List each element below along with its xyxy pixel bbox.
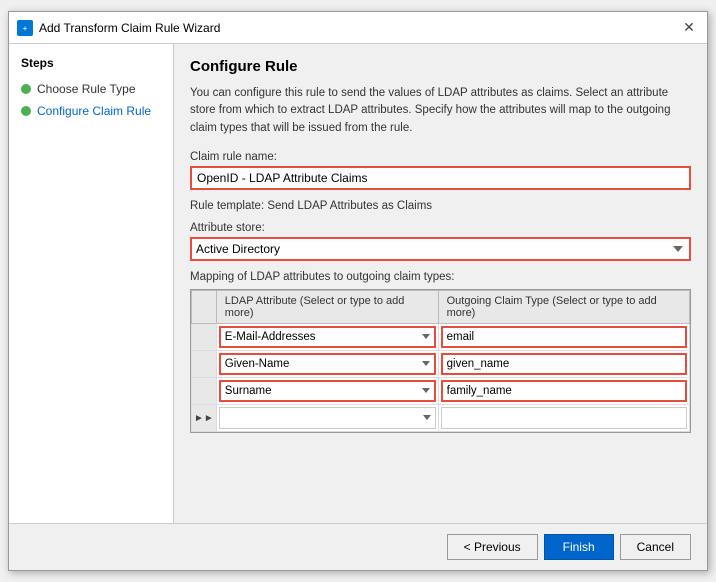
title-bar: + Add Transform Claim Rule Wizard ✕ [9, 12, 707, 44]
claim-type-cell-1 [438, 323, 689, 350]
claim-rule-name-group: Claim rule name: [190, 151, 691, 190]
table-header-row: LDAP Attribute (Select or type to add mo… [192, 290, 690, 323]
close-button[interactable]: ✕ [679, 18, 699, 38]
cancel-button[interactable]: Cancel [620, 534, 691, 560]
dialog-title: Add Transform Claim Rule Wizard [39, 21, 220, 35]
row-num-2 [192, 350, 217, 377]
attribute-store-label: Attribute store: [190, 222, 691, 234]
row-num-nav: ►► [192, 404, 217, 431]
sidebar: Steps Choose Rule Type Configure Claim R… [9, 44, 174, 523]
ldap-attr-select-3[interactable]: Surname E-Mail-Addresses Given-Name [219, 380, 436, 402]
table-row: Surname E-Mail-Addresses Given-Name [192, 377, 690, 404]
claim-rule-name-input[interactable] [190, 166, 691, 190]
col-claim-header: Outgoing Claim Type (Select or type to a… [438, 290, 689, 323]
previous-button[interactable]: < Previous [447, 534, 538, 560]
step-dot-configure [21, 106, 31, 116]
ldap-attr-select-empty[interactable] [219, 407, 436, 429]
attribute-store-select[interactable]: Active Directory [190, 237, 691, 261]
mapping-section: Mapping of LDAP attributes to outgoing c… [190, 271, 691, 433]
svg-text:+: + [23, 24, 28, 33]
page-title: Configure Rule [190, 58, 691, 75]
nav-arrows-icon: ►► [194, 413, 214, 424]
sidebar-title: Steps [9, 56, 173, 78]
step-dot-choose-type [21, 84, 31, 94]
claim-type-cell-2 [438, 350, 689, 377]
main-panel: Configure Rule You can configure this ru… [174, 44, 707, 523]
claim-rule-name-label: Claim rule name: [190, 151, 691, 163]
mapping-table-wrapper: LDAP Attribute (Select or type to add mo… [190, 289, 691, 433]
ldap-attr-select-2[interactable]: Given-Name E-Mail-Addresses Surname [219, 353, 436, 375]
ldap-attr-cell-3: Surname E-Mail-Addresses Given-Name [216, 377, 438, 404]
mapping-label: Mapping of LDAP attributes to outgoing c… [190, 271, 691, 283]
claim-type-input-2[interactable] [441, 353, 687, 375]
ldap-attr-select-1[interactable]: E-Mail-Addresses Given-Name Surname [219, 326, 436, 348]
dialog: + Add Transform Claim Rule Wizard ✕ Step… [8, 11, 708, 571]
ldap-attr-cell-empty [216, 404, 438, 431]
row-num-3 [192, 377, 217, 404]
rule-template-text: Rule template: Send LDAP Attributes as C… [190, 200, 691, 212]
ldap-attr-cell-2: Given-Name E-Mail-Addresses Surname [216, 350, 438, 377]
claim-type-cell-3 [438, 377, 689, 404]
wizard-icon: + [17, 20, 33, 36]
finish-button[interactable]: Finish [544, 534, 614, 560]
sidebar-item-choose-type[interactable]: Choose Rule Type [9, 78, 173, 100]
sidebar-item-label-choose-type: Choose Rule Type [37, 82, 136, 96]
table-row-empty: ►► [192, 404, 690, 431]
claim-type-input-3[interactable] [441, 380, 687, 402]
row-num-1 [192, 323, 217, 350]
description-text: You can configure this rule to send the … [190, 85, 691, 137]
content-area: Steps Choose Rule Type Configure Claim R… [9, 44, 707, 523]
col-num-header [192, 290, 217, 323]
title-bar-left: + Add Transform Claim Rule Wizard [17, 20, 220, 36]
table-row: Given-Name E-Mail-Addresses Surname [192, 350, 690, 377]
ldap-attr-cell-1: E-Mail-Addresses Given-Name Surname [216, 323, 438, 350]
attribute-store-group: Attribute store: Active Directory [190, 222, 691, 261]
claim-type-input-empty[interactable] [441, 407, 687, 429]
claim-type-input-1[interactable] [441, 326, 687, 348]
claim-type-cell-empty [438, 404, 689, 431]
button-bar: < Previous Finish Cancel [9, 523, 707, 570]
sidebar-item-label-configure: Configure Claim Rule [37, 104, 151, 118]
table-row: E-Mail-Addresses Given-Name Surname [192, 323, 690, 350]
sidebar-item-configure[interactable]: Configure Claim Rule [9, 100, 173, 122]
col-ldap-header: LDAP Attribute (Select or type to add mo… [216, 290, 438, 323]
mapping-table: LDAP Attribute (Select or type to add mo… [191, 290, 690, 432]
